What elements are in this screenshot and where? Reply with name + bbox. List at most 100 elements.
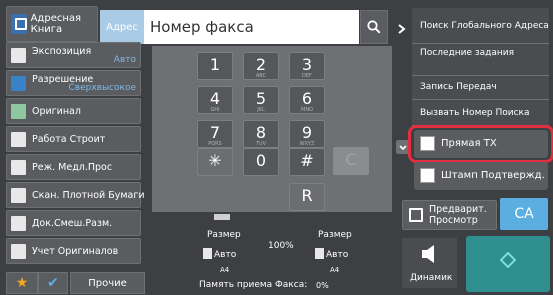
resolution-icon	[11, 76, 26, 91]
speaker-icon	[422, 245, 434, 263]
send-size-value[interactable]: Авто	[326, 250, 348, 260]
favorites-button[interactable]: ★	[6, 272, 38, 294]
key-1[interactable]: 1	[197, 52, 233, 80]
speaker-button[interactable]: Динамик	[402, 238, 457, 288]
redial-key[interactable]: R	[289, 183, 325, 211]
menu-label: Вызвать Номер Поиска	[420, 108, 530, 118]
key-letters: PQRS	[208, 141, 222, 147]
key-label: 3	[301, 55, 313, 74]
menu-original[interactable]: Оригинал	[6, 98, 141, 124]
key-letters: MNO	[301, 107, 313, 113]
job-build-icon	[11, 132, 26, 147]
menu-exposure[interactable]: Экспозиция Авто	[6, 42, 141, 68]
fax-memory-label: Память приема Факса:	[199, 280, 308, 290]
menu-label: Последние задания	[420, 48, 515, 58]
key-letters: WXYZ	[299, 141, 315, 147]
start-icon	[500, 252, 516, 268]
menu-label: Запись Передач	[420, 82, 497, 92]
key-label: 6	[301, 89, 313, 108]
clear-key[interactable]: C	[333, 147, 369, 175]
key-2[interactable]: 2 ABC	[243, 52, 279, 80]
menu-mixed-size[interactable]: Док.Смеш.Разм.	[6, 210, 141, 236]
fax-memory-value: 0%	[316, 281, 329, 290]
slow-scan-icon	[11, 160, 26, 175]
original-count-icon	[11, 244, 26, 259]
menu-value: Сверхвысокое	[68, 83, 136, 93]
key-label: ✳	[208, 151, 222, 170]
key-label: 0	[255, 151, 267, 170]
mixed-size-icon	[11, 216, 26, 231]
key-label: #	[300, 151, 314, 170]
send-paper-size: A4	[330, 266, 340, 274]
menu-label: Док.Смеш.Разм.	[32, 218, 113, 229]
stamp-option[interactable]: Штамп Подтвержд.	[414, 162, 548, 190]
speaker-label: Динамик	[410, 273, 453, 283]
search-icon	[367, 20, 381, 34]
address-book-button[interactable]: Адресная Книга	[6, 6, 98, 42]
preview-button[interactable]: Предварит. Просмотр	[402, 200, 497, 230]
check-button[interactable]: ✔	[38, 272, 68, 294]
others-button[interactable]: Прочие	[70, 272, 145, 294]
paper-icon	[315, 248, 324, 259]
menu-label: Экспозиция	[32, 46, 92, 57]
menu-label: Реж. Медл.Прос	[32, 162, 113, 173]
exposure-icon	[11, 48, 26, 63]
star-icon: ★	[15, 275, 29, 291]
key-label: 9	[301, 123, 313, 142]
call-search-number[interactable]: Вызвать Номер Поиска	[412, 100, 549, 126]
recent-jobs[interactable]: Последние задания	[412, 44, 549, 76]
key-label: 5	[255, 89, 267, 108]
expand-panel-button[interactable]	[395, 14, 409, 44]
original-icon	[214, 214, 230, 220]
key-label: 8	[255, 123, 267, 142]
preview-label: Предварит. Просмотр	[429, 204, 487, 226]
checkmark-icon: ✔	[47, 275, 59, 291]
key-11[interactable]: 0	[243, 148, 279, 176]
key-7[interactable]: 7 PQRS	[197, 120, 233, 148]
fax-number-input[interactable]: Номер факса	[144, 10, 359, 44]
scan-size-value[interactable]: Авто	[214, 250, 236, 260]
address-label: Адрес	[100, 10, 144, 44]
key-label: C	[345, 150, 357, 169]
global-address-search[interactable]: Поиск Глобального Адреса	[412, 8, 549, 44]
key-10[interactable]: ✳	[197, 148, 233, 176]
key-letters: DEF	[302, 73, 312, 79]
scan-size-label: Размер	[207, 230, 241, 240]
stamp-label: Штамп Подтвержд.	[441, 170, 545, 181]
chevron-right-icon	[398, 24, 406, 34]
key-8[interactable]: 8 TUV	[243, 120, 279, 148]
address-book-icon	[11, 14, 27, 34]
highlight-frame	[408, 125, 553, 163]
key-letters: JKL	[257, 107, 265, 113]
key-6[interactable]: 6 MNO	[289, 86, 325, 114]
menu-slow-scan[interactable]: Реж. Медл.Прос	[6, 154, 141, 180]
record-transmissions[interactable]: Запись Передач	[412, 76, 549, 100]
key-label: 7	[209, 123, 221, 142]
menu-original-count[interactable]: Учет Оригиналов	[6, 238, 141, 264]
start-button[interactable]	[466, 236, 550, 292]
menu-value: Авто	[113, 55, 136, 65]
key-letters: GHI	[210, 107, 220, 113]
key-4[interactable]: 4 GHI	[197, 86, 233, 114]
menu-label: Работа Строит	[32, 134, 106, 145]
zoom-value: 100%	[268, 241, 294, 251]
key-5[interactable]: 5 JKL	[243, 86, 279, 114]
key-label: 2	[255, 55, 267, 74]
thick-paper-icon	[11, 188, 26, 203]
menu-label: Оригинал	[32, 106, 81, 117]
key-3[interactable]: 3 DEF	[289, 52, 325, 80]
key-9[interactable]: 9 WXYZ	[289, 120, 325, 148]
key-label: 1	[209, 55, 221, 74]
clear-all-button[interactable]: CA	[500, 198, 548, 230]
preview-icon	[409, 208, 423, 222]
menu-label: Учет Оригиналов	[32, 246, 119, 257]
menu-label: Скан. Плотной Бумаги	[32, 190, 145, 201]
menu-resolution[interactable]: Разрешение Сверхвысокое	[6, 70, 141, 96]
menu-label: Поиск Глобального Адреса	[420, 21, 549, 31]
key-label: 4	[209, 89, 221, 108]
key-12[interactable]: #	[289, 148, 325, 176]
menu-thick-paper-scan[interactable]: Скан. Плотной Бумаги	[6, 182, 145, 208]
stamp-checkbox[interactable]	[420, 168, 435, 183]
search-button[interactable]	[360, 10, 388, 44]
menu-job-build[interactable]: Работа Строит	[6, 126, 141, 152]
